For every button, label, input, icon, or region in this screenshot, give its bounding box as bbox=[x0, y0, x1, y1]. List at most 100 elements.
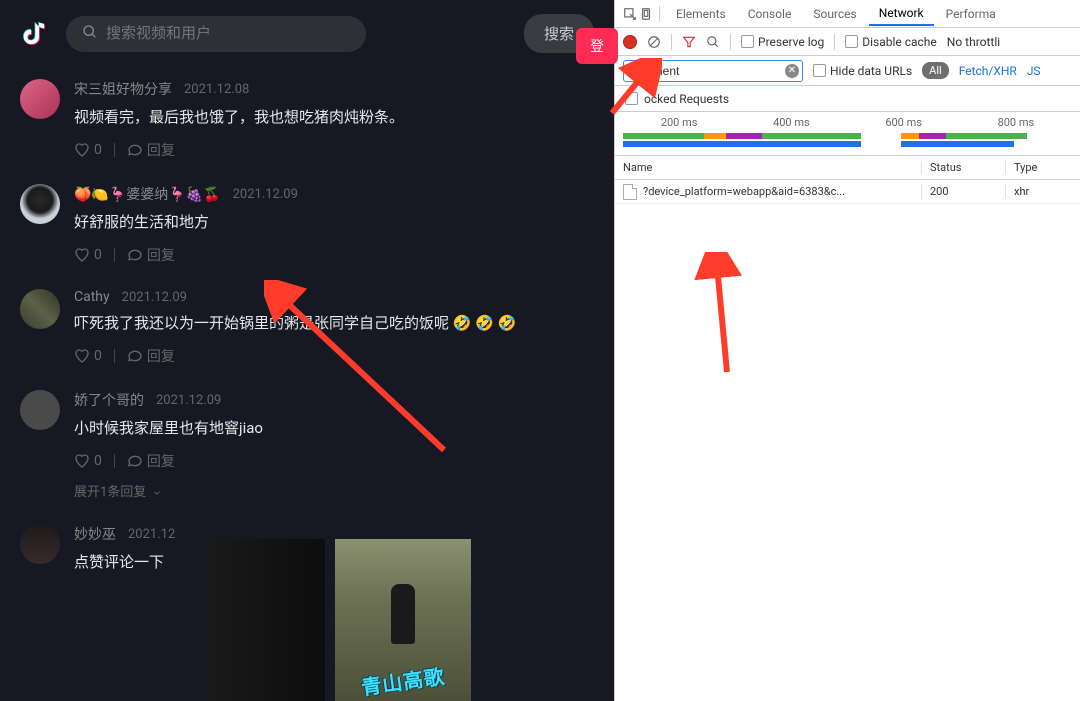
reply-button[interactable]: 回复 bbox=[127, 140, 175, 160]
request-type: xhr bbox=[1006, 185, 1080, 198]
time-label: 600 ms bbox=[885, 116, 922, 129]
search-icon bbox=[82, 24, 98, 44]
reply-label: 回复 bbox=[147, 346, 175, 366]
app-header: 搜索 bbox=[0, 0, 614, 67]
device-icon[interactable] bbox=[639, 7, 653, 21]
comment-text: 吓死我了我还以为一开始锅里的粥是张同学自己吃的饭呢 🤣 🤣 🤣 bbox=[74, 313, 594, 334]
search-bar[interactable] bbox=[66, 16, 366, 52]
reply-label: 回复 bbox=[147, 140, 175, 160]
like-button[interactable]: 0 bbox=[74, 348, 102, 364]
avatar[interactable] bbox=[20, 390, 60, 430]
reply-label: 回复 bbox=[147, 451, 175, 471]
blocked-label: ocked Requests bbox=[644, 92, 729, 106]
login-button[interactable]: 登 bbox=[576, 28, 618, 64]
reply-button[interactable]: 回复 bbox=[127, 245, 175, 265]
heart-icon bbox=[74, 453, 90, 469]
like-count: 0 bbox=[94, 348, 102, 364]
tab-sources[interactable]: Sources bbox=[803, 3, 866, 25]
heart-icon bbox=[74, 142, 90, 158]
comment-item: 娇了个哥的 2021.12.09 小时候我家屋里也有地窨jiao 0 回复 bbox=[20, 390, 594, 500]
time-label: 200 ms bbox=[661, 116, 698, 129]
username[interactable]: 娇了个哥的 bbox=[74, 390, 144, 410]
comments-list: 宋三姐好物分享 2021.12.08 视频看完，最后我也饿了，我也想吃猪肉炖粉条… bbox=[0, 67, 614, 585]
username[interactable]: 宋三姐好物分享 bbox=[74, 79, 172, 99]
inspect-icon[interactable] bbox=[623, 7, 637, 21]
tab-performance[interactable]: Performa bbox=[936, 3, 1006, 25]
filter-fetch-xhr[interactable]: Fetch/XHR bbox=[959, 64, 1017, 78]
filter-input[interactable] bbox=[623, 60, 803, 82]
like-count: 0 bbox=[94, 247, 102, 263]
heart-icon bbox=[74, 247, 90, 263]
comment-text: 视频看完，最后我也饿了，我也想吃猪肉炖粉条。 bbox=[74, 107, 594, 128]
comment-item: 🍑🍋🦩婆婆纳🦩🍇🍒 2021.12.09 好舒服的生活和地方 0 回复 bbox=[20, 184, 594, 265]
music-note-icon bbox=[21, 19, 47, 49]
preserve-log-checkbox[interactable]: Preserve log bbox=[741, 35, 824, 49]
network-timeline[interactable]: 200 ms 400 ms 600 ms 800 ms bbox=[615, 112, 1080, 156]
network-filter-bar: ✕ Hide data URLs All Fetch/XHR JS bbox=[615, 56, 1080, 86]
reply-button[interactable]: 回复 bbox=[127, 346, 175, 366]
video-thumbnail[interactable]: 青山高歌 bbox=[208, 539, 598, 701]
filter-js[interactable]: JS bbox=[1027, 64, 1041, 78]
col-type[interactable]: Type bbox=[1006, 161, 1080, 174]
reply-label: 回复 bbox=[147, 245, 175, 265]
disable-cache-checkbox[interactable]: Disable cache bbox=[845, 35, 937, 49]
chevron-down-icon bbox=[152, 488, 162, 498]
comment-text: 好舒服的生活和地方 bbox=[74, 212, 594, 233]
devtools-tabs: Elements Console Sources Network Perform… bbox=[615, 0, 1080, 28]
avatar[interactable] bbox=[20, 524, 60, 564]
file-icon bbox=[623, 184, 637, 200]
expand-replies[interactable]: 展开1条回复 bbox=[74, 481, 594, 500]
like-button[interactable]: 0 bbox=[74, 142, 102, 158]
network-table: Name Status Type ?device_platform=webapp… bbox=[615, 156, 1080, 701]
clear-icon[interactable] bbox=[647, 35, 661, 49]
divider bbox=[114, 143, 115, 157]
col-name[interactable]: Name bbox=[615, 161, 922, 174]
col-status[interactable]: Status bbox=[922, 161, 1006, 174]
record-button[interactable] bbox=[623, 35, 637, 49]
like-count: 0 bbox=[94, 453, 102, 469]
table-row[interactable]: ?device_platform=webapp&aid=6383&c... 20… bbox=[615, 180, 1080, 204]
request-status: 200 bbox=[922, 185, 1006, 198]
time-label: 400 ms bbox=[773, 116, 810, 129]
throttling-select[interactable]: No throttli bbox=[947, 35, 1000, 49]
chat-icon bbox=[127, 348, 143, 364]
tab-console[interactable]: Console bbox=[738, 3, 802, 25]
divider bbox=[114, 248, 115, 262]
filter-all[interactable]: All bbox=[922, 62, 949, 79]
like-button[interactable]: 0 bbox=[74, 453, 102, 469]
thumbnail-image: 青山高歌 bbox=[335, 539, 471, 701]
thumbnail-caption: 青山高歌 bbox=[359, 660, 446, 700]
blocked-requests: ocked Requests bbox=[615, 86, 1080, 112]
douyin-app: 搜索 登 宋三姐好物分享 2021.12.08 视频看完，最后我也饿了，我也想吃… bbox=[0, 0, 614, 701]
username[interactable]: 🍑🍋🦩婆婆纳🦩🍇🍒 bbox=[74, 184, 221, 204]
douyin-logo[interactable] bbox=[20, 18, 48, 50]
network-toolbar: Preserve log Disable cache No throttli bbox=[615, 28, 1080, 56]
clear-filter-icon[interactable]: ✕ bbox=[785, 64, 799, 78]
table-header: Name Status Type bbox=[615, 156, 1080, 180]
hide-data-urls-checkbox[interactable]: Hide data URLs bbox=[813, 64, 912, 78]
comment-date: 2021.12.09 bbox=[233, 187, 298, 202]
devtools-panel: Elements Console Sources Network Perform… bbox=[614, 0, 1080, 701]
heart-icon bbox=[74, 348, 90, 364]
username[interactable]: 妙妙巫 bbox=[74, 524, 116, 544]
avatar[interactable] bbox=[20, 79, 60, 119]
username[interactable]: Cathy bbox=[74, 289, 110, 305]
comment-date: 2021.12.08 bbox=[184, 82, 249, 97]
reply-button[interactable]: 回复 bbox=[127, 451, 175, 471]
tab-elements[interactable]: Elements bbox=[666, 3, 736, 25]
avatar[interactable] bbox=[20, 289, 60, 329]
search-icon[interactable] bbox=[706, 35, 720, 49]
comment-text: 小时候我家屋里也有地窨jiao bbox=[74, 418, 594, 439]
search-input[interactable] bbox=[106, 25, 350, 42]
blocked-checkbox[interactable] bbox=[625, 92, 638, 105]
filter-icon[interactable] bbox=[682, 35, 696, 49]
chat-icon bbox=[127, 453, 143, 469]
like-count: 0 bbox=[94, 142, 102, 158]
comment-item: Cathy 2021.12.09 吓死我了我还以为一开始锅里的粥是张同学自己吃的… bbox=[20, 289, 594, 366]
tab-network[interactable]: Network bbox=[869, 2, 934, 26]
time-label: 800 ms bbox=[998, 116, 1035, 129]
avatar[interactable] bbox=[20, 184, 60, 224]
like-button[interactable]: 0 bbox=[74, 247, 102, 263]
chat-icon bbox=[127, 247, 143, 263]
divider bbox=[114, 454, 115, 468]
